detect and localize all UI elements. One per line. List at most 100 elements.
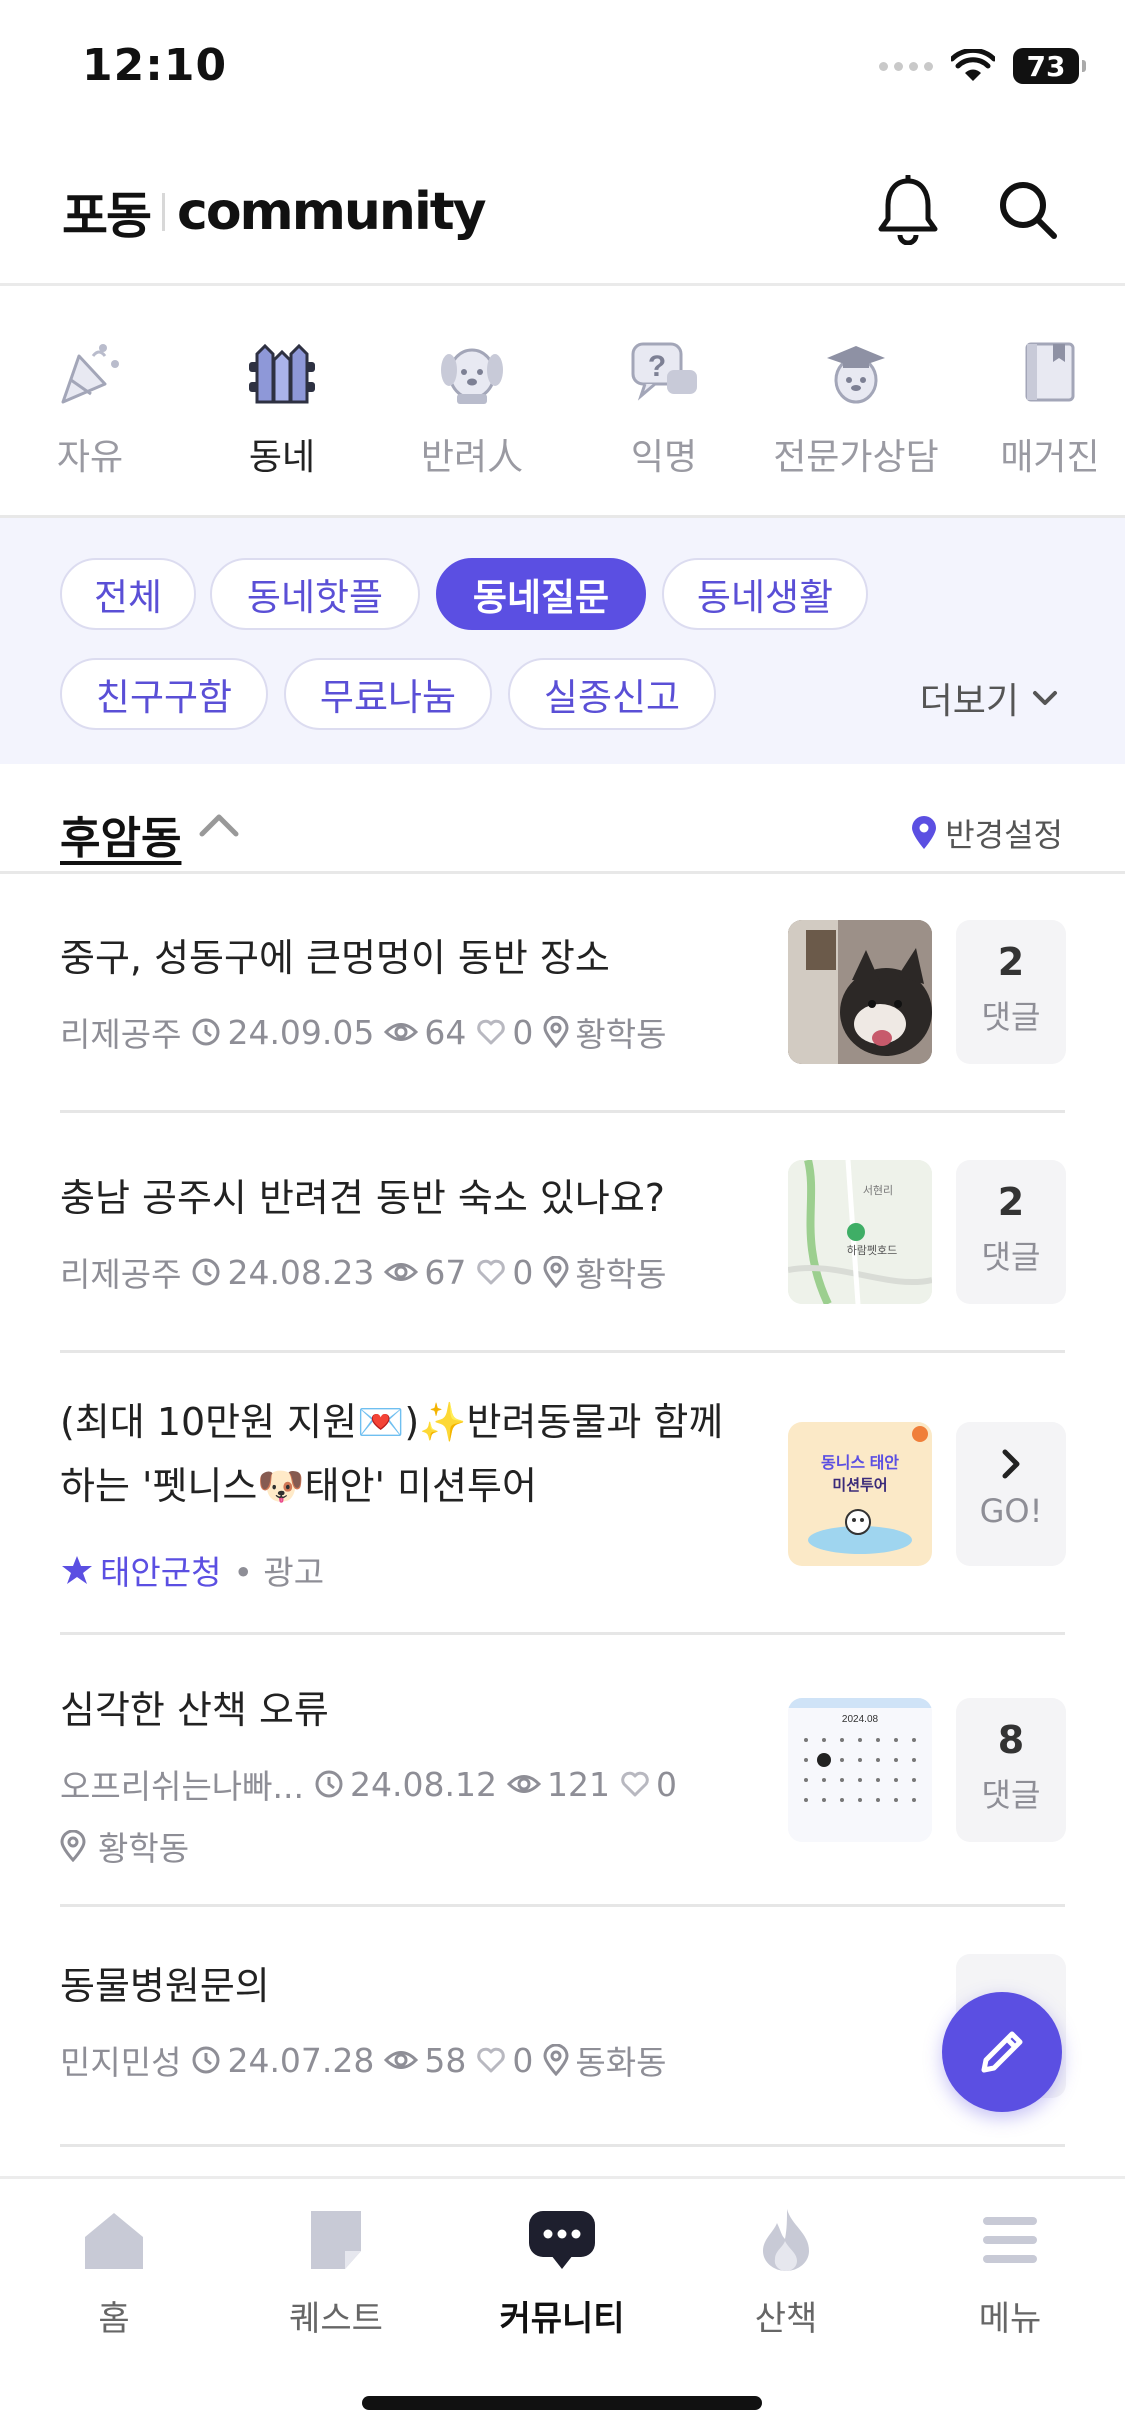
heart-icon: [477, 2047, 506, 2073]
graduate-dog-icon: [827, 346, 885, 404]
logo-english: community: [177, 182, 487, 242]
status-time: 12:10: [82, 40, 228, 91]
go-button[interactable]: GO!: [956, 1422, 1066, 1566]
party-icon: [61, 344, 119, 404]
chip-life[interactable]: 동네생활: [662, 558, 868, 630]
ad-advertiser: 태안군청: [100, 1553, 222, 1592]
write-post-button[interactable]: [942, 1992, 1062, 2112]
comment-label: 댓글: [981, 1238, 1041, 1276]
book-icon: [1025, 342, 1075, 402]
notification-bell-icon[interactable]: [868, 170, 948, 250]
heart-icon: [621, 1771, 649, 1797]
post-thumbnail: [788, 920, 932, 1064]
post-likes: 0: [512, 1012, 534, 1052]
eye-icon: [506, 1775, 541, 1793]
post-author: 오프리쉬는나빠...: [60, 1767, 304, 1806]
post-author: 민지민성: [60, 2043, 182, 2082]
post-likes: 0: [512, 1252, 534, 1292]
app-logo[interactable]: 포동 community: [62, 176, 487, 248]
svg-text:?: ?: [648, 350, 666, 383]
clock-icon: [192, 1258, 220, 1286]
quest-note-icon: [311, 2211, 361, 2269]
comment-count: 2: [997, 940, 1025, 984]
post-views: 64: [424, 1012, 467, 1052]
post-date: 24.07.28: [227, 2040, 375, 2080]
post-place: 동화동: [575, 2043, 667, 2082]
nav-menu[interactable]: 메뉴: [920, 2205, 1100, 2340]
ad-meta: 태안군청 • 광고: [60, 1546, 324, 1594]
post-place: 황학동: [575, 1015, 667, 1054]
post-item[interactable]: 동물병원문의 민지민성 24.07.28 58 0 동화동: [60, 1908, 1066, 2144]
status-bar: 12:10 73: [0, 0, 1125, 140]
post-date: 24.09.05: [227, 1012, 375, 1052]
post-title: 충남 공주시 반려견 동반 숙소 있나요?: [60, 1176, 665, 1220]
ad-banner-subtitle: 미션투어: [832, 1477, 887, 1494]
topic-filter-chips: 전체 동네핫플 동네질문 동네생활 친구구함 무료나눔 실종신고 더보기: [0, 518, 1125, 764]
status-indicators: 73: [879, 48, 1086, 84]
post-title: 동물병원문의: [60, 1964, 270, 2008]
more-button[interactable]: 더보기: [920, 672, 1059, 724]
pencil-icon: [981, 2031, 1023, 2073]
chip-hotplace[interactable]: 동네핫플: [210, 558, 420, 630]
chevron-up-icon[interactable]: [196, 808, 242, 842]
nav-community[interactable]: 커뮤니티: [472, 2205, 652, 2340]
chevron-right-icon: [1002, 1449, 1020, 1479]
nav-walk[interactable]: 산책: [696, 2205, 876, 2340]
tab-anonymous[interactable]: ? 익명: [574, 336, 754, 480]
location-selector[interactable]: 후암동: [60, 802, 181, 866]
battery-icon: 73: [1013, 48, 1086, 84]
chip-all[interactable]: 전체: [60, 558, 196, 630]
location-pin-icon: [543, 1016, 569, 1048]
chip-friends[interactable]: 친구구함: [60, 658, 268, 730]
location-pin-icon: [543, 2044, 569, 2076]
fence-icon: [249, 343, 315, 404]
post-meta: 민지민성 24.07.28 58 0 동화동: [60, 2036, 667, 2084]
wifi-icon: [951, 49, 995, 81]
post-item[interactable]: 충남 공주시 반려견 동반 숙소 있나요? 리제공주 24.08.23 67 0…: [60, 1114, 1066, 1350]
home-indicator: [362, 2396, 762, 2410]
chevron-down-icon: [1033, 691, 1057, 705]
post-meta-place: 황학동: [60, 1822, 189, 1870]
post-date: 24.08.23: [227, 1252, 375, 1292]
post-views: 58: [424, 2040, 467, 2080]
nav-home[interactable]: 홈: [24, 2205, 204, 2340]
comment-count: 2: [997, 1180, 1025, 1224]
comment-label: 댓글: [981, 998, 1041, 1036]
app-header: 포동 community: [0, 140, 1125, 286]
heart-icon: [477, 1019, 506, 1045]
divider: [60, 1110, 1065, 1113]
post-date: 24.08.12: [350, 1764, 497, 1804]
category-tabs: 자유 동네 반려人 ? 익명 전문가상담 매거진: [0, 290, 1125, 518]
map-thumbnail: 서현리 하람펫호드: [788, 1160, 932, 1304]
chip-question[interactable]: 동네질문: [436, 558, 646, 630]
nav-quest[interactable]: 퀘스트: [246, 2205, 426, 2340]
post-meta: 리제공주 24.08.23 67 0 황학동: [60, 1248, 667, 1296]
dog-photo-thumbnail: [788, 920, 932, 1064]
chip-free-share[interactable]: 무료나눔: [284, 658, 492, 730]
search-icon[interactable]: [988, 170, 1068, 250]
clock-icon: [192, 2046, 220, 2074]
post-item[interactable]: 중구, 성동구에 큰멍멍이 동반 장소 리제공주 24.09.05 64 0 황…: [60, 876, 1066, 1112]
post-meta: 오프리쉬는나빠... 24.08.12 121 0: [60, 1760, 677, 1808]
divider: [60, 1632, 1065, 1635]
tab-expert-consult[interactable]: 전문가상담: [766, 336, 946, 480]
tab-magazine[interactable]: 매거진: [960, 336, 1125, 480]
location-pin-icon: [60, 1830, 86, 1862]
post-views: 67: [424, 1252, 467, 1292]
post-author: 리제공주: [60, 1015, 182, 1054]
calendar-thumbnail: 2024.08: [788, 1698, 932, 1842]
tab-free[interactable]: 자유: [0, 336, 180, 480]
logo-divider: [162, 193, 165, 231]
dog-face-icon: [441, 348, 503, 404]
tab-neighborhood[interactable]: 동네: [192, 336, 372, 480]
ad-post-item[interactable]: (최대 10만원 지원💌)✨반려동물과 함께 하는 '펫니스🐶태안' 미션투어 …: [60, 1354, 1066, 1634]
post-views: 121: [546, 1764, 610, 1804]
post-item[interactable]: 심각한 산책 오류 오프리쉬는나빠... 24.08.12 121 0 황학동 …: [60, 1636, 1066, 1906]
map-label: 서현리: [863, 1184, 893, 1197]
tab-pet-people[interactable]: 반려人: [382, 336, 562, 480]
ad-label: • 광고: [233, 1553, 325, 1592]
radius-setting-button[interactable]: 반경설정: [911, 810, 1063, 856]
eye-icon: [384, 1023, 419, 1041]
chip-missing[interactable]: 실종신고: [508, 658, 716, 730]
radius-label: 반경설정: [945, 816, 1063, 854]
